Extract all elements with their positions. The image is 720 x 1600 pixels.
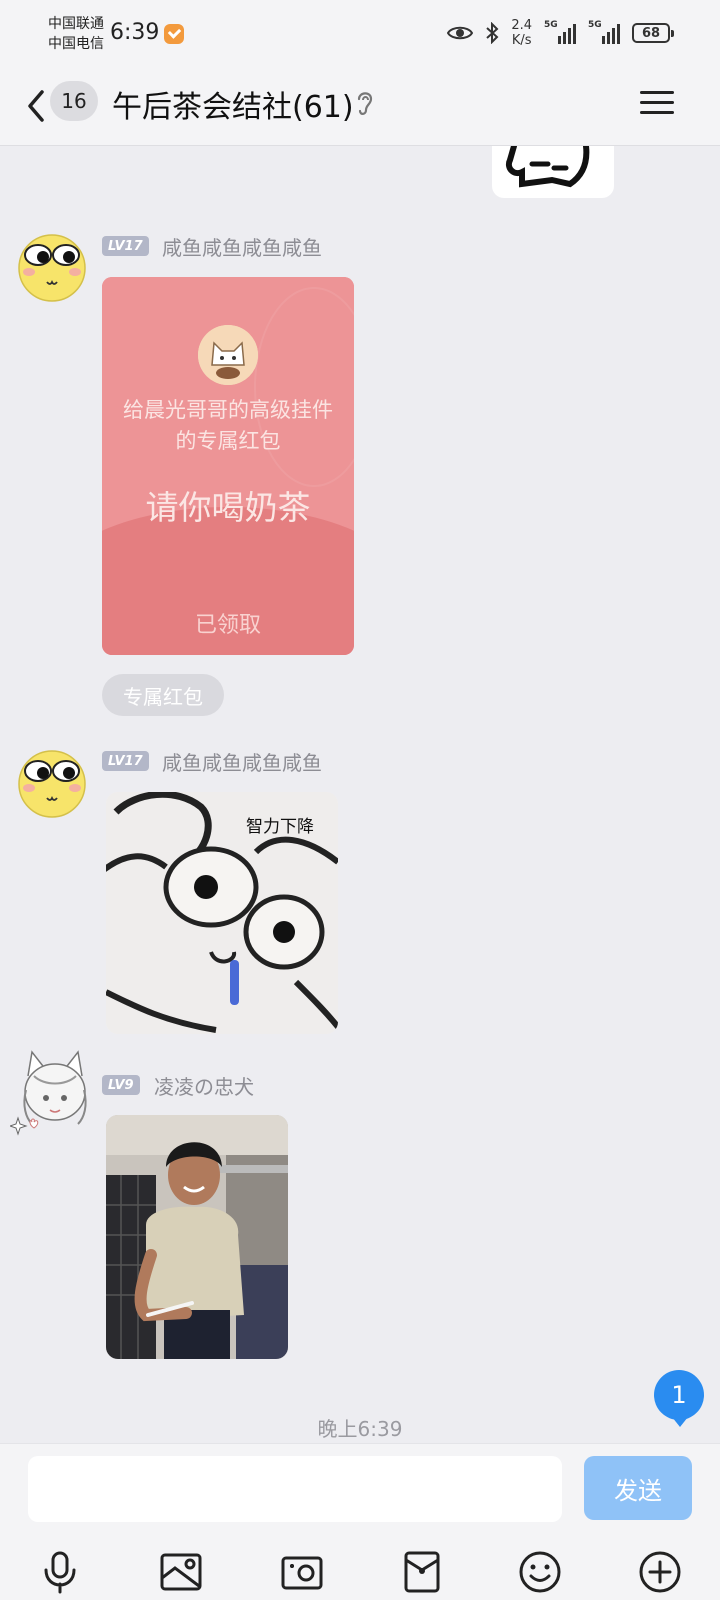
network-speed: 2.4 K/s bbox=[511, 18, 532, 48]
message-input[interactable] bbox=[28, 1456, 562, 1522]
ear-icon[interactable] bbox=[354, 88, 376, 118]
avatar-xianyu[interactable] bbox=[16, 746, 88, 818]
sender-name[interactable]: 凌凌の忠犬 bbox=[154, 1071, 254, 1100]
level-badge: LV9 bbox=[102, 1075, 140, 1095]
sticker-message[interactable]: 智力下降 bbox=[106, 792, 338, 1034]
time-divider: 晚上6:39 bbox=[317, 1417, 403, 1441]
red-packet-icon[interactable] bbox=[394, 1544, 450, 1600]
camera-icon[interactable] bbox=[274, 1544, 330, 1600]
speed-unit: K/s bbox=[511, 33, 532, 48]
red-packet-main-text: 请你喝奶茶 bbox=[145, 488, 311, 527]
red-packet-card[interactable]: 给晨光哥哥的高级挂件的专属红包 请你喝奶茶 已领取 bbox=[102, 277, 354, 655]
back-arrow-icon[interactable] bbox=[22, 86, 52, 126]
input-toolbar bbox=[0, 1544, 720, 1600]
carrier-info: 中国联通 中国电信 bbox=[48, 14, 104, 54]
speed-value: 2.4 bbox=[511, 18, 532, 33]
signal-1-icon: 5G bbox=[544, 20, 576, 44]
status-bar: 中国联通 中国电信 6:39 2.4 K/s 5G 5G 68 bbox=[0, 0, 720, 70]
chat-header: 16 午后茶会结社(61) bbox=[0, 70, 720, 146]
bluetooth-icon bbox=[486, 22, 499, 44]
group-title[interactable]: 午后茶会结社(61) bbox=[112, 82, 354, 126]
menu-icon[interactable] bbox=[640, 86, 674, 120]
sticker-message-partial[interactable] bbox=[492, 146, 614, 198]
level-badge: LV17 bbox=[102, 751, 149, 771]
carrier-1: 中国联通 bbox=[48, 16, 104, 32]
status-icons: 2.4 K/s 5G 5G 68 bbox=[447, 18, 674, 48]
send-button[interactable]: 发送 bbox=[584, 1456, 692, 1520]
network-type-2: 5G bbox=[588, 20, 602, 30]
battery-icon: 68 bbox=[632, 23, 674, 43]
red-packet-status: 已领取 bbox=[194, 613, 261, 638]
plus-icon[interactable] bbox=[632, 1544, 688, 1600]
app-notification-icon bbox=[164, 24, 184, 44]
emoji-icon[interactable] bbox=[512, 1544, 568, 1600]
image-icon[interactable] bbox=[153, 1544, 209, 1600]
photo-image bbox=[106, 1115, 288, 1359]
red-packet-tag: 专属红包 bbox=[102, 674, 224, 716]
level-badge: LV17 bbox=[102, 236, 149, 256]
sticker-drawing bbox=[506, 146, 590, 188]
sticker-caption: 智力下降 bbox=[246, 817, 314, 837]
unread-count-badge[interactable]: 16 bbox=[50, 81, 98, 121]
input-bar: 发送 bbox=[0, 1443, 720, 1600]
network-type-1: 5G bbox=[544, 20, 558, 30]
avatar-xianyu[interactable] bbox=[16, 230, 88, 302]
sender-name[interactable]: 咸鱼咸鱼咸鱼咸鱼 bbox=[162, 232, 322, 261]
avatar-lingling[interactable] bbox=[10, 1046, 98, 1136]
mic-icon[interactable] bbox=[32, 1544, 88, 1600]
red-packet-description: 给晨光哥哥的高级挂件的专属红包 bbox=[123, 398, 333, 453]
status-time: 6:39 bbox=[110, 20, 160, 45]
sender-name[interactable]: 咸鱼咸鱼咸鱼咸鱼 bbox=[162, 747, 322, 776]
carrier-2: 中国电信 bbox=[48, 36, 104, 52]
signal-2-icon: 5G bbox=[588, 20, 620, 44]
cat-avatar-icon bbox=[198, 325, 258, 385]
eye-icon bbox=[447, 26, 474, 40]
photo-message[interactable] bbox=[106, 1115, 288, 1359]
